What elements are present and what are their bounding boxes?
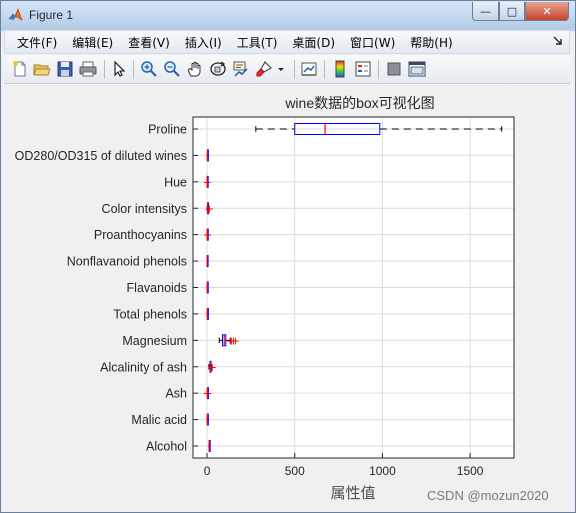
y-tick-label: Proanthocyanins [94,228,187,242]
menu-bar: 文件(F) 编辑(E) 查看(V) 插入(I) 工具(T) 桌面(D) 窗口(W… [4,30,570,54]
y-tick-label: Alcohol [146,440,187,454]
boxplot-chart[interactable]: wine数据的box可视化图 ++++++++++++++ ProlineOD2… [4,86,570,506]
box-plot-9: ++ [207,360,217,374]
figure-canvas[interactable]: wine数据的box可视化图 + + + + + + + + + + + + + + Proline OD2… [4,86,570,506]
toolbar-separator [294,60,295,79]
open-file-icon[interactable] [33,60,51,78]
toolbar-separator [104,60,105,79]
legend-icon[interactable] [354,60,372,78]
box-plot-7 [206,307,209,320]
box-plot-3: ++ [204,202,214,215]
menu-file[interactable]: 文件(F) [15,34,59,51]
toolbar-separator [378,60,379,79]
box-plot-1 [206,149,209,162]
y-tick-label: Color intensitys [102,202,187,216]
box-plot-2: + [203,175,212,189]
outlier-marker: + [205,202,214,215]
save-icon[interactable] [56,60,74,78]
y-tick-label: Hue [164,175,187,189]
menu-tools[interactable]: 工具(T) [235,34,280,51]
matlab-logo-icon [8,8,23,21]
outlier-marker: + [231,334,240,347]
y-tick-label: OD280/OD315 of diluted wines [15,149,187,163]
maximize-button[interactable]: □ [499,2,525,21]
figure-toolbar [4,55,570,84]
link-plot-icon[interactable] [300,60,318,78]
y-tick-label: Nonflavanoid phenols [67,255,187,269]
y-tick-label: Ash [165,387,187,401]
pan-hand-icon[interactable] [186,60,204,78]
box-plot-8: ++++ [218,334,240,347]
new-figure-icon[interactable] [11,60,29,78]
box-plot-10: +++ [203,387,212,400]
x-axis-label: 属性值 [330,485,375,502]
brush-dropdown-icon[interactable] [276,60,286,78]
colorbar-icon[interactable] [331,60,349,78]
show-plot-tools-icon[interactable] [408,60,426,78]
edit-plot-arrow-icon[interactable] [110,60,128,78]
y-tick-label: Total phenols [113,307,187,321]
menu-edit[interactable]: 编辑(E) [70,34,115,51]
zoom-in-icon[interactable] [140,60,158,78]
rotate-3d-icon[interactable] [209,60,227,78]
watermark: CSDN @mozun2020 [427,488,549,503]
menu-view[interactable]: 查看(V) [126,34,172,51]
data-cursor-icon[interactable] [232,60,250,78]
minimize-button[interactable]: — [472,2,499,21]
toolbar-separator [324,60,325,79]
title-bar[interactable]: Figure 1 — □ ✕ [1,1,575,29]
x-tick-label: 1500 [457,464,484,478]
toolbar-separator [133,60,134,79]
zoom-out-icon[interactable] [163,60,181,78]
box-plot-5 [206,255,209,268]
outlier-marker: + [203,176,212,189]
chart-title: wine数据的box可视化图 [284,95,434,111]
window-title: Figure 1 [29,8,74,22]
outlier-marker: + [203,229,212,242]
x-tick-label: 500 [285,464,305,478]
x-tick-label: 0 [204,464,211,478]
y-tick-label: Flavanoids [127,281,187,295]
close-button[interactable]: ✕ [525,2,569,21]
box-plot-12 [208,440,211,452]
hide-plot-tools-icon[interactable] [385,60,403,78]
y-tick-label: Magnesium [122,334,187,348]
menu-window[interactable]: 窗口(W) [348,34,397,51]
box-plot-6 [206,281,209,294]
box-plot-11 [206,413,209,426]
outlier-marker: + [203,387,212,400]
x-tick-labels: 0 500 1000 1500 [204,464,484,478]
x-tick-label: 1000 [369,464,396,478]
y-tick-labels: Proline OD280/OD315 of diluted wines Hue Co… [15,123,187,454]
menu-desktop[interactable]: 桌面(D) [290,34,337,51]
y-tick-label: Malic acid [131,413,187,427]
brush-icon[interactable] [255,60,273,78]
menu-help[interactable]: 帮助(H) [408,34,454,51]
y-tick-label: Alcalinity of ash [100,360,187,374]
print-icon[interactable] [79,60,97,78]
y-tick-label: Proline [148,123,187,137]
menu-insert[interactable]: 插入(I) [183,34,224,51]
box-plot-4: ++ [203,228,212,242]
dock-arrow-icon[interactable] [553,35,563,47]
window-controls: — □ ✕ [472,2,569,22]
outlier-marker: + [208,361,217,374]
